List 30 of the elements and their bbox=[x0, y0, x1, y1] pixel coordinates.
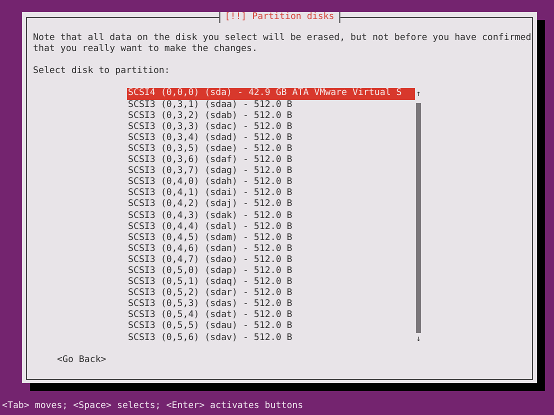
disk-list-item[interactable]: SCSI3 (0,4,3) (sdak) - 512.0 B bbox=[127, 210, 415, 222]
disk-list-item[interactable]: SCSI3 (0,3,4) (sdad) - 512.0 B bbox=[127, 132, 415, 144]
disk-list-item[interactable]: SCSI3 (0,5,1) (sdaq) - 512.0 B bbox=[127, 277, 415, 288]
disk-list-item[interactable]: SCSI3 (0,4,5) (sdam) - 512.0 B bbox=[127, 232, 415, 244]
disk-list-item[interactable]: SCSI3 (0,3,3) (sdac) - 512.0 B bbox=[127, 122, 415, 133]
prompt-label: Select disk to partition: bbox=[33, 66, 171, 78]
disk-list-item[interactable]: SCSI3 (0,4,2) (sdaj) - 512.0 B bbox=[127, 199, 415, 210]
dialog-title: [!!] Partition disks bbox=[218, 12, 340, 23]
scroll-up-arrow[interactable]: ↑ bbox=[416, 88, 421, 100]
disk-list-item[interactable]: SCSI3 (0,5,0) (sdap) - 512.0 B bbox=[127, 266, 415, 278]
scroll-down-arrow[interactable]: ↓ bbox=[416, 332, 421, 344]
disk-list-item[interactable]: SCSI3 (0,3,5) (sdae) - 512.0 B bbox=[127, 144, 415, 156]
disk-list-item[interactable]: SCSI4 (0,0,0) (sda) - 42.9 GB ATA VMware Virtual S bbox=[127, 88, 415, 100]
go-back-button[interactable]: <Go Back> bbox=[57, 354, 106, 366]
disk-list-item[interactable]: SCSI3 (0,5,2) (sdar) - 512.0 B bbox=[127, 288, 415, 300]
disk-list-item[interactable]: SCSI3 (0,3,6) (sdaf) - 512.0 B bbox=[127, 155, 415, 166]
disk-list-item[interactable]: SCSI3 (0,5,6) (sdav) - 512.0 B bbox=[127, 332, 415, 344]
disk-list-item[interactable]: SCSI3 (0,5,3) (sdas) - 512.0 B bbox=[127, 299, 415, 310]
disk-list-item[interactable]: SCSI3 (0,3,7) (sdag) - 512.0 B bbox=[127, 166, 415, 178]
disk-list-item[interactable]: SCSI3 (0,4,4) (sdal) - 512.0 B bbox=[127, 222, 415, 233]
disk-list-item[interactable]: SCSI3 (0,5,5) (sdau) - 512.0 B bbox=[127, 321, 415, 333]
disk-list-item[interactable]: SCSI3 (0,3,2) (sdab) - 512.0 B bbox=[127, 110, 415, 122]
disk-list-item[interactable]: SCSI3 (0,4,1) (sdai) - 512.0 B bbox=[127, 188, 415, 200]
disk-list-item[interactable]: SCSI3 (0,4,6) (sdan) - 512.0 B bbox=[127, 244, 415, 255]
note-text: Note that all data on the disk you select will be erased, but not before you have confirmed that you really want to make the changes. bbox=[33, 33, 532, 56]
disk-list-item[interactable]: SCSI3 (0,3,1) (sdaa) - 512.0 B bbox=[127, 100, 415, 111]
disk-list-item[interactable]: SCSI3 (0,4,0) (sdah) - 512.0 B bbox=[127, 177, 415, 188]
status-bar-hint: <Tab> moves; <Space> selects; <Enter> activates buttons bbox=[1, 400, 304, 412]
disk-list-item[interactable]: SCSI3 (0,4,7) (sdao) - 512.0 B bbox=[127, 254, 415, 266]
disk-list-item[interactable]: SCSI3 (0,5,4) (sdat) - 512.0 B bbox=[127, 310, 415, 322]
